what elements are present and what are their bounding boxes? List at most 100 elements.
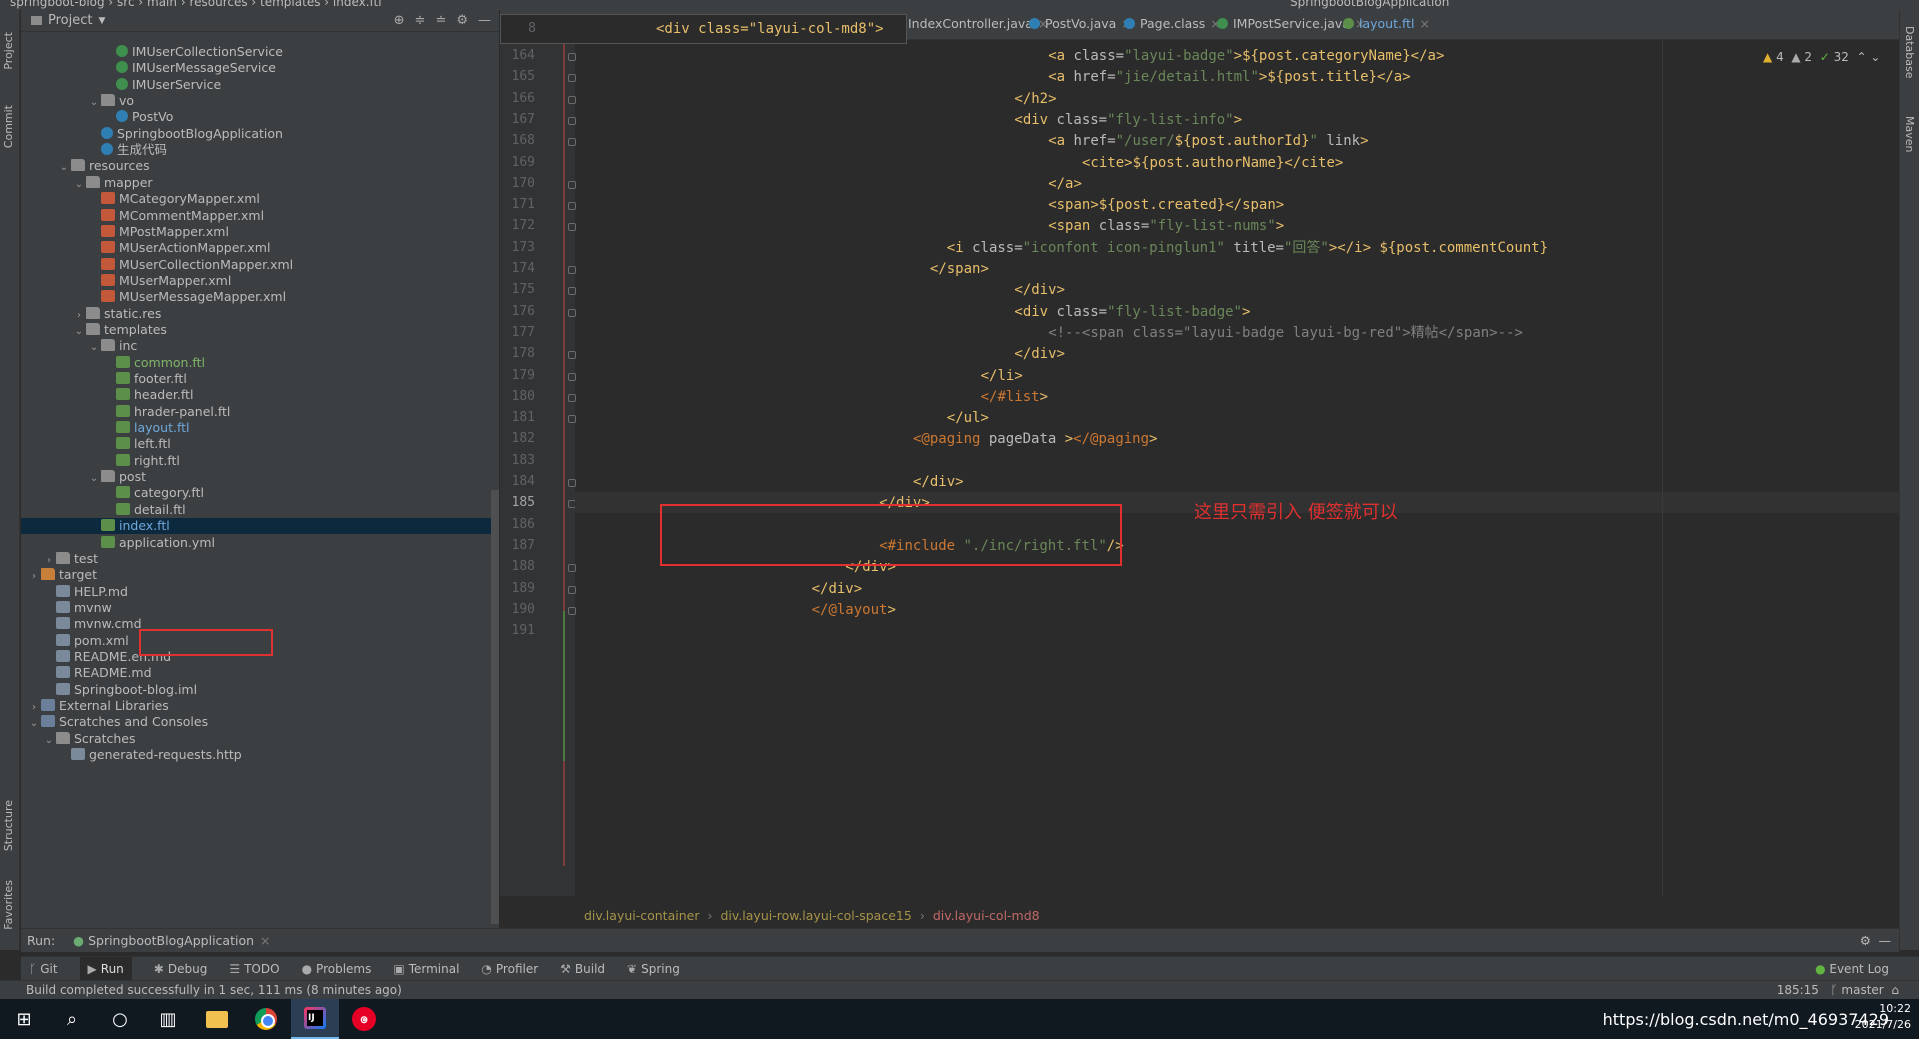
toolwindow-todo-button[interactable]: ☰ TODO <box>229 957 279 981</box>
chevron-up-icon[interactable]: ⌃ <box>1857 50 1867 64</box>
fold-marker-icon[interactable] <box>568 53 576 61</box>
tree-node[interactable]: ⌄ vo <box>21 93 491 109</box>
tree-node[interactable]: right.ftl <box>21 453 491 469</box>
tree-node[interactable]: MUserMessageMapper.xml <box>21 289 491 305</box>
tree-node[interactable]: IMUserCollectionService <box>21 44 491 60</box>
netease-music-icon[interactable]: ၜ <box>340 999 388 1039</box>
tree-node[interactable]: index.ftl <box>21 518 491 535</box>
tree-node[interactable]: Springboot-blog.iml <box>21 682 491 698</box>
tree-node[interactable]: ⌄ post <box>21 469 491 485</box>
event-log-button[interactable]: ● Event Log <box>1815 957 1889 981</box>
fold-marker-icon[interactable] <box>568 606 576 615</box>
tree-node[interactable]: ⌄ templates <box>21 322 491 338</box>
tree-node[interactable]: › target <box>21 567 491 583</box>
toolwindow-profiler-button[interactable]: ◔ Profiler <box>481 957 538 981</box>
breadcrumb-item[interactable]: div.layui-row.layui-col-space15 <box>720 908 911 923</box>
chevron-down-icon[interactable]: ⌄ <box>1870 50 1880 64</box>
tree-node[interactable]: left.ftl <box>21 436 491 452</box>
tree-node[interactable]: application.yml <box>21 535 491 551</box>
editor-tab[interactable]: IndexController.java × <box>892 16 1048 31</box>
tree-node[interactable]: hrader-panel.ftl <box>21 404 491 420</box>
structure-tool-button[interactable]: Structure <box>2 800 15 851</box>
favorites-tool-button[interactable]: Favorites <box>2 880 15 930</box>
tree-node[interactable]: README.md <box>21 665 491 681</box>
fold-marker-icon[interactable] <box>568 287 576 296</box>
breadcrumb-item[interactable]: springboot-blog <box>10 0 105 9</box>
inspection-status[interactable]: ▲ 4 ▲ 2 ✓ 32 ⌃ ⌄ <box>1763 50 1880 64</box>
status-message[interactable]: Build completed successfully in 1 sec, 1… <box>26 983 402 997</box>
editor-tab[interactable]: layout.ftl × <box>1343 16 1430 31</box>
code-editor[interactable]: 164 165 166 167 168 169 170 171 172 173 174 175 176 1… <box>500 41 1899 896</box>
tree-node[interactable]: MUserMapper.xml <box>21 273 491 289</box>
tree-node[interactable]: header.ftl <box>21 387 491 403</box>
hide-icon[interactable]: — <box>1879 929 1892 953</box>
tree-node[interactable]: ⌄ resources <box>21 158 491 174</box>
close-icon[interactable]: × <box>1420 16 1430 31</box>
fold-marker-icon[interactable] <box>568 372 576 381</box>
chrome-icon[interactable] <box>242 999 290 1039</box>
intellij-icon[interactable] <box>291 999 339 1039</box>
breadcrumb-item[interactable]: src <box>117 0 135 9</box>
tree-node[interactable]: detail.ftl <box>21 502 491 518</box>
database-tool-button[interactable]: Database <box>1903 26 1916 79</box>
fold-marker-icon[interactable] <box>568 308 576 317</box>
fold-marker-icon[interactable] <box>568 351 576 360</box>
tree-node[interactable]: SpringbootBlogApplication <box>21 126 491 142</box>
fold-marker-icon[interactable] <box>568 74 576 83</box>
tree-node[interactable]: MPostMapper.xml <box>21 224 491 240</box>
fold-marker-icon[interactable] <box>568 116 576 125</box>
chevron-down-icon[interactable]: ▼ <box>98 16 105 26</box>
fold-marker-icon[interactable] <box>568 479 576 487</box>
editor-tab[interactable]: PostVo.java× <box>1029 16 1132 31</box>
close-icon[interactable]: × <box>260 933 270 948</box>
breadcrumb-item[interactable]: templates <box>260 0 320 9</box>
maven-tool-button[interactable]: Maven <box>1903 116 1916 152</box>
breadcrumb-item[interactable]: main <box>147 0 177 9</box>
tree-node[interactable]: common.ftl <box>21 355 491 371</box>
tree-node[interactable]: ⌄ mapper <box>21 175 491 191</box>
fold-marker-icon[interactable] <box>568 202 576 211</box>
tree-node[interactable]: PostVo <box>21 109 491 125</box>
toolwindow-spring-button[interactable]: ❦ Spring <box>627 957 680 981</box>
tree-node[interactable]: › External Libraries <box>21 698 491 714</box>
fold-marker-icon[interactable] <box>568 138 576 147</box>
toolwindow-run-button[interactable]: ▶ Run <box>79 957 132 981</box>
search-icon[interactable]: ⌕ <box>48 999 96 1039</box>
fold-marker-icon[interactable] <box>568 415 576 424</box>
tree-node[interactable]: generated-requests.http <box>21 747 491 763</box>
windows-start-icon[interactable]: ⊞ <box>0 999 48 1039</box>
fold-marker-icon[interactable] <box>568 266 576 274</box>
tree-node[interactable]: ⌄ inc <box>21 338 491 354</box>
scrollbar[interactable] <box>491 490 499 924</box>
cortana-icon[interactable]: ○ <box>96 999 144 1039</box>
breadcrumb-item[interactable]: div.layui-container <box>584 908 699 923</box>
cursor-position[interactable]: 185:15 <box>1777 983 1819 997</box>
commit-tool-button[interactable]: Commit <box>2 105 15 148</box>
tree-node[interactable]: MUserActionMapper.xml <box>21 240 491 256</box>
tree-node[interactable]: mvnw <box>21 600 491 616</box>
tree-node[interactable]: HELP.md <box>21 584 491 600</box>
tree-node[interactable]: layout.ftl <box>21 420 491 436</box>
tree-node[interactable]: IMUserService <box>21 77 491 93</box>
tree-node[interactable]: ⌄ Scratches <box>21 731 491 747</box>
breadcrumb-item[interactable]: resources <box>189 0 247 9</box>
run-config-selector[interactable]: SpringbootBlogApplication <box>1290 0 1449 9</box>
toolwindow-problems-button[interactable]: ● Problems <box>302 957 372 981</box>
editor-tab[interactable]: Page.class × <box>1124 16 1221 31</box>
fold-marker-icon[interactable] <box>568 95 576 104</box>
toolwindow-git-button[interactable]: ᚴ Git <box>29 957 58 981</box>
project-view-dropdown[interactable]: Project <box>48 13 92 28</box>
toolwindow-terminal-button[interactable]: ▣ Terminal <box>393 957 459 981</box>
git-branch[interactable]: master <box>1841 983 1883 997</box>
tree-node[interactable]: IMUserMessageService <box>21 60 491 76</box>
clock[interactable]: 10:22 2021/7/26 <box>1855 1001 1911 1033</box>
toolwindow-build-button[interactable]: ⚒ Build <box>560 957 605 981</box>
tree-node[interactable]: ⌄ Scratches and Consoles <box>21 714 491 730</box>
breadcrumb-item[interactable]: div.layui-col-md8 <box>933 908 1040 923</box>
breadcrumb-path[interactable]: springboot-blog › src › main › resources… <box>10 0 382 9</box>
lock-icon[interactable]: ⌂ <box>1891 983 1899 997</box>
gear-icon[interactable]: ⚙ <box>1860 929 1871 953</box>
tree-node[interactable]: MCommentMapper.xml <box>21 208 491 224</box>
task-view-icon[interactable]: ▥ <box>144 999 192 1039</box>
fold-marker-icon[interactable] <box>568 564 576 573</box>
